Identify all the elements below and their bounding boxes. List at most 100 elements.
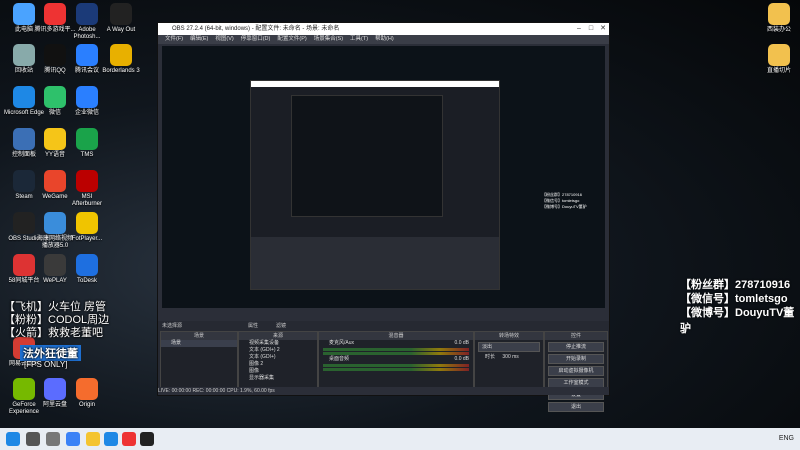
system-tray[interactable]: ENG [779, 428, 794, 450]
app-icon [13, 254, 35, 276]
obs-preview[interactable]: 【粉丝群】278710916 【微信号】tomletsgo 【微博号】Douyu… [162, 46, 605, 308]
app-icon [44, 378, 66, 400]
desktop-icon-label: A Way Out [106, 27, 136, 33]
properties-button[interactable]: 属性 [248, 322, 258, 329]
app-icon [76, 3, 98, 25]
transition-select[interactable]: 淡出 [478, 342, 540, 352]
transition-dock: 转场特效 淡出 时长 300 ms [474, 331, 544, 395]
mixer-header: 混音器 [319, 332, 473, 340]
source-item[interactable]: 图像 2 [239, 361, 317, 368]
mixer-track: 桌面音频 0.0 dB [319, 356, 473, 371]
control-button[interactable]: 开始录制 [548, 354, 604, 364]
desktop-icon[interactable]: TMS [66, 128, 108, 159]
mixer-track-name: 麦克风/Aux [329, 340, 355, 346]
volume-slider[interactable] [323, 352, 469, 355]
mixer-track-db: 0.0 dB [454, 356, 469, 362]
mixer-track-db: 0.0 dB [454, 340, 469, 346]
overlay-line-3: 【火箭】救救老董吧 [4, 327, 103, 339]
maximize-icon[interactable]: □ [585, 23, 597, 35]
widgets-icon[interactable] [66, 432, 80, 446]
app-icon [13, 378, 35, 400]
mixer-track: 麦克风/Aux 0.0 dB [319, 340, 473, 355]
control-button[interactable]: 退出 [548, 402, 604, 412]
app-icon [76, 86, 98, 108]
source-item[interactable]: 文本 (GDI+) 2 [239, 347, 317, 354]
source-item[interactable]: 文本 (GDI+) [239, 354, 317, 361]
app-icon [44, 44, 66, 66]
controls-header: 控件 [545, 332, 607, 340]
app-icon [44, 128, 66, 150]
language-indicator[interactable]: ENG [779, 435, 794, 442]
edge-icon[interactable] [104, 432, 118, 446]
menu-item[interactable]: 工具(T) [350, 36, 368, 42]
desktop-icon[interactable]: A Way Out [100, 3, 142, 34]
app-icon [44, 212, 66, 234]
menu-item[interactable]: 视图(V) [215, 36, 233, 42]
desktop-icon-label: 西装办公 [766, 27, 791, 33]
scenes-header: 场景 [161, 332, 237, 340]
desktop-icon[interactable]: FotPlayer... [66, 212, 108, 243]
desktop-icon-label: Origin [78, 402, 95, 408]
obs-taskbar-icon[interactable] [140, 432, 154, 446]
menu-item[interactable]: 编辑(E) [190, 36, 208, 42]
desktop-icon[interactable]: Borderlands 3 [100, 44, 142, 75]
no-source-label: 未选择源 [162, 323, 183, 329]
app-icon [13, 170, 35, 192]
desktop-icon-label: FotPlayer... [71, 236, 103, 242]
desktop-icon[interactable]: 企业微信 [66, 86, 108, 117]
close-icon[interactable]: ✕ [597, 23, 609, 35]
app-icon [768, 3, 790, 25]
volume-meter [323, 364, 469, 367]
desktop-icon[interactable]: 西装办公 [758, 3, 800, 34]
filters-button[interactable]: 滤镜 [276, 322, 286, 329]
obs-status-bar: LIVE: 00:00:00 REC: 00:00:00 CPU: 1.9%, … [158, 387, 609, 395]
duration-value: 300 ms [502, 354, 519, 360]
app-icon [76, 170, 98, 192]
app-icon [13, 212, 35, 234]
search-icon[interactable] [26, 432, 40, 446]
obs-title-text: OBS 27.2.4 (64-bit, windows) - 配置文件: 未命名… [172, 26, 340, 32]
minimize-icon[interactable]: – [573, 23, 585, 35]
obs-menu-bar: 文件(F) 编辑(E) 视图(V) 停靠窗口(D) 配置文件(P) 场景集合(S) 工具(T… [158, 35, 609, 44]
app-icon [13, 86, 35, 108]
duration-row: 时长 300 ms [475, 354, 543, 361]
desktop-icon-label: 企业微信 [74, 110, 99, 116]
control-button[interactable]: 停止推流 [548, 342, 604, 352]
menu-item[interactable]: 配置文件(P) [277, 36, 306, 42]
app-icon[interactable] [122, 432, 136, 446]
volume-slider[interactable] [323, 368, 469, 371]
app-icon [76, 212, 98, 234]
task-view-icon[interactable] [46, 432, 60, 446]
file-explorer-icon[interactable] [86, 432, 100, 446]
source-item[interactable]: 图像 [239, 368, 317, 375]
menu-item[interactable]: 文件(F) [165, 36, 183, 42]
desktop-icon[interactable]: Origin [66, 378, 108, 409]
controls-dock: 控件 停止推流 开始录制 启动虚拟摄像机 工作室模式 设置 退出 [544, 331, 608, 412]
taskbar: ENG [0, 428, 800, 450]
obs-window[interactable]: OBS 27.2.4 (64-bit, windows) - 配置文件: 未命名… [157, 22, 610, 412]
source-item[interactable]: 显示器采集 [239, 375, 317, 382]
desktop-icon[interactable]: ToDesk [66, 254, 108, 285]
app-icon [768, 44, 790, 66]
app-icon [13, 3, 35, 25]
source-item[interactable]: 视频采集设备 [239, 340, 317, 347]
app-icon [76, 378, 98, 400]
app-icon [13, 44, 35, 66]
menu-item[interactable]: 场景集合(S) [314, 36, 343, 42]
app-icon [76, 254, 98, 276]
app-icon [44, 86, 66, 108]
scene-item[interactable]: 场景 [161, 340, 237, 347]
menu-item[interactable]: 停靠窗口(D) [241, 36, 271, 42]
desktop-icon[interactable]: 直播切片 [758, 44, 800, 75]
desktop-icon[interactable]: MSI Afterburner [66, 170, 108, 208]
app-icon [13, 128, 35, 150]
overlay-badge: 法外狂徒董 [20, 345, 81, 361]
sources-header: 来源 [239, 332, 317, 340]
menu-item[interactable]: 帮助(H) [375, 36, 394, 42]
control-button[interactable]: 启动虚拟摄像机 [548, 366, 604, 376]
volume-meter [323, 348, 469, 351]
desktop-icon-label: TMS [80, 152, 94, 158]
start-icon[interactable] [6, 432, 20, 446]
obs-title-bar[interactable]: OBS 27.2.4 (64-bit, windows) - 配置文件: 未命名… [158, 23, 609, 35]
sources-dock: 来源 视频采集设备 文本 (GDI+) 2 文本 (GDI+) 图像 2 图像 显示器采集 [238, 331, 318, 395]
